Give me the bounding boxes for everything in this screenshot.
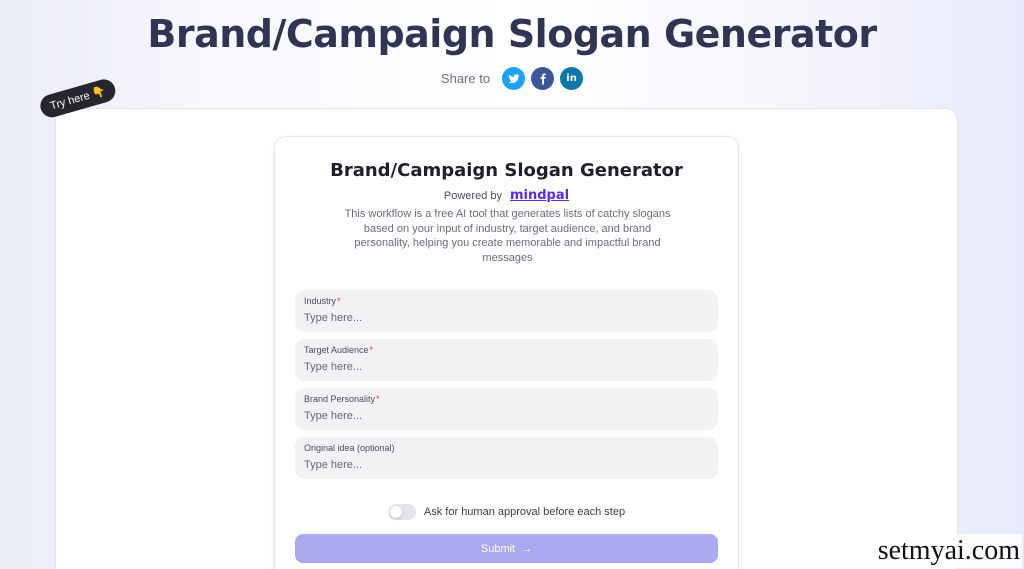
approval-toggle[interactable] bbox=[387, 504, 416, 520]
submit-button[interactable]: Submit → bbox=[295, 534, 718, 563]
field-label: Original idea (optional) bbox=[304, 443, 395, 453]
industry-input[interactable] bbox=[304, 312, 709, 324]
target-audience-field[interactable]: Target Audience* bbox=[295, 339, 718, 381]
arrow-right-icon: → bbox=[521, 542, 533, 555]
required-asterisk: * bbox=[369, 345, 374, 355]
linkedin-icon: in bbox=[566, 73, 577, 84]
required-asterisk: * bbox=[337, 296, 341, 306]
facebook-icon bbox=[540, 73, 546, 84]
twitter-share-button[interactable] bbox=[502, 67, 526, 90]
field-label: Industry* bbox=[304, 296, 341, 306]
approval-toggle-label: Ask for human approval before each step bbox=[423, 506, 626, 518]
target-audience-input[interactable] bbox=[304, 361, 709, 373]
card-description: This workflow is a free AI tool that gen… bbox=[344, 208, 671, 264]
page-title: Brand/Campaign Slogan Generator bbox=[147, 12, 877, 56]
linkedin-share-button[interactable]: in bbox=[560, 67, 584, 90]
original-idea-input[interactable] bbox=[304, 459, 709, 471]
approval-toggle-row: Ask for human approval before each step bbox=[275, 504, 738, 520]
card-title: Brand/Campaign Slogan Generator bbox=[330, 160, 683, 181]
share-row: Share to in bbox=[0, 67, 1024, 90]
watermark: setmyai.com bbox=[875, 534, 1022, 568]
field-label: Target Audience* bbox=[304, 345, 374, 355]
industry-field[interactable]: Industry* bbox=[295, 290, 718, 332]
brand-personality-field[interactable]: Brand Personality* bbox=[295, 388, 718, 430]
share-label: Share to bbox=[440, 71, 491, 86]
mindpal-link[interactable]: mindpal bbox=[510, 188, 569, 203]
brand-personality-input[interactable] bbox=[304, 410, 709, 422]
workflow-card: Brand/Campaign Slogan Generator Powered … bbox=[274, 136, 739, 569]
twitter-icon bbox=[508, 73, 520, 83]
toggle-knob bbox=[389, 506, 402, 518]
facebook-share-button[interactable] bbox=[531, 67, 555, 90]
original-idea-field[interactable]: Original idea (optional) bbox=[295, 437, 718, 479]
powered-by-label: Powered by bbox=[443, 190, 502, 202]
powered-by: Powered by mindpal bbox=[275, 188, 738, 203]
field-label: Brand Personality* bbox=[304, 394, 380, 404]
submit-label: Submit bbox=[480, 542, 516, 555]
required-asterisk: * bbox=[376, 394, 380, 404]
